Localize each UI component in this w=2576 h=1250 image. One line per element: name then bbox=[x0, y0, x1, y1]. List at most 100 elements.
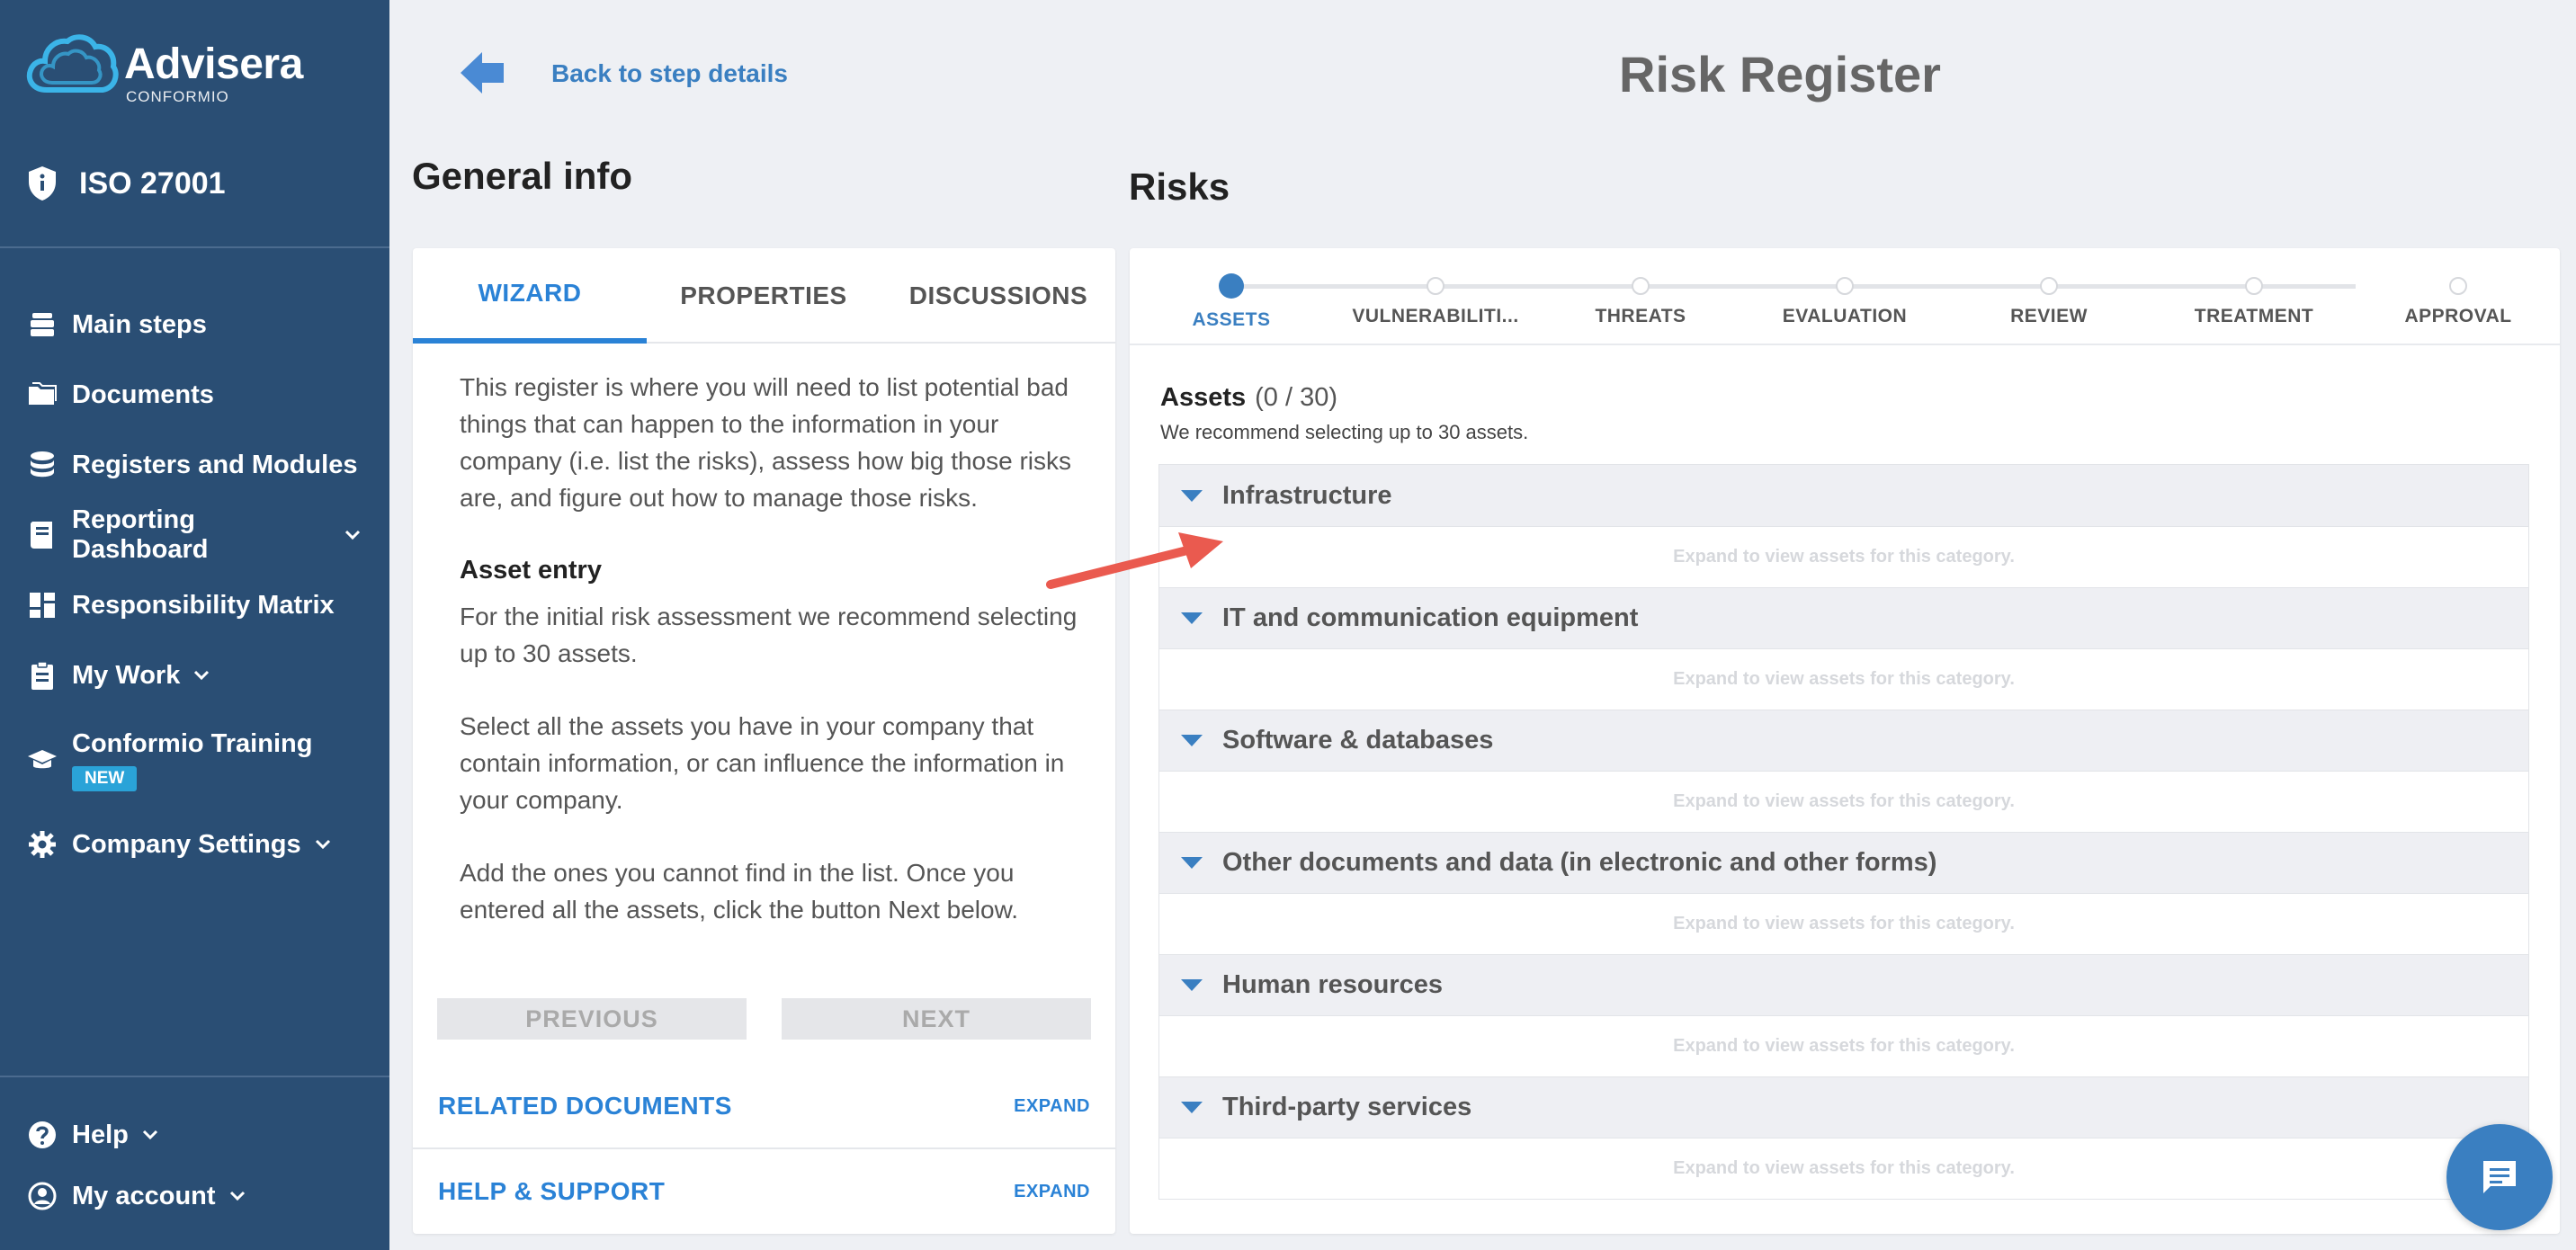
sidebar-item-documents[interactable]: Documents bbox=[27, 360, 378, 430]
category-body: Expand to view assets for this category. bbox=[1159, 648, 2528, 710]
expand-link[interactable]: EXPAND bbox=[1014, 1182, 1090, 1202]
step-vulnerabilities[interactable]: VULNERABILITI... bbox=[1337, 270, 1534, 327]
related-documents-row[interactable]: RELATED DOCUMENTS EXPAND bbox=[413, 1065, 1115, 1149]
step-dot bbox=[1427, 277, 1445, 295]
expand-link[interactable]: EXPAND bbox=[1014, 1096, 1090, 1117]
step-review[interactable]: REVIEW bbox=[1950, 270, 2148, 327]
step-dot bbox=[2449, 277, 2467, 295]
step-approval[interactable]: APPROVAL bbox=[2359, 270, 2557, 327]
help-support-row[interactable]: HELP & SUPPORT EXPAND bbox=[413, 1149, 1115, 1234]
sidebar-item-label: Help bbox=[72, 1120, 129, 1149]
sidebar-item-company-settings[interactable]: Company Settings bbox=[27, 809, 378, 879]
brand-name: Advisera bbox=[124, 40, 303, 88]
sidebar-item-my-work[interactable]: My Work bbox=[27, 640, 378, 710]
step-threats[interactable]: THREATS bbox=[1542, 270, 1740, 327]
wizard-content: This register is where you will need to … bbox=[460, 369, 1080, 964]
previous-button[interactable]: PREVIOUS bbox=[437, 998, 747, 1040]
folder-icon bbox=[29, 382, 57, 405]
shield-icon bbox=[29, 166, 56, 201]
next-button[interactable]: NEXT bbox=[782, 998, 1091, 1040]
general-info-card: WIZARD PROPERTIES DISCUSSIONS This regis… bbox=[413, 248, 1115, 1234]
step-evaluation[interactable]: EVALUATION bbox=[1746, 270, 1944, 327]
project-label: ISO 27001 bbox=[79, 165, 226, 201]
sidebar-item-conformio-training[interactable]: Conformio Training NEW bbox=[27, 710, 378, 809]
chat-button[interactable] bbox=[2446, 1124, 2553, 1230]
sidebar-item-reporting-dashboard[interactable]: Reporting Dashboard bbox=[27, 500, 378, 570]
sidebar-nav: Main steps Documents Registers and Modul… bbox=[27, 290, 378, 879]
arrow-left-icon bbox=[461, 52, 504, 94]
sidebar-item-registers[interactable]: Registers and Modules bbox=[27, 430, 378, 500]
step-dot bbox=[1219, 273, 1244, 299]
sidebar-item-label: Registers and Modules bbox=[72, 450, 358, 479]
category-body: Expand to view assets for this category. bbox=[1159, 1138, 2528, 1199]
chevron-down-icon bbox=[229, 1191, 245, 1201]
chevron-down-icon bbox=[344, 530, 361, 540]
category-label: Human resources bbox=[1222, 970, 1443, 999]
category-label: IT and communication equipment bbox=[1222, 603, 1639, 632]
tab-properties[interactable]: PROPERTIES bbox=[647, 248, 881, 344]
sidebar-item-responsibility-matrix[interactable]: Responsibility Matrix bbox=[27, 570, 378, 640]
risk-stepper: ASSETS VULNERABILITI... THREATS EVALUATI… bbox=[1130, 248, 2560, 345]
sidebar-item-label: Company Settings bbox=[72, 829, 301, 859]
category-label: Infrastructure bbox=[1222, 480, 1392, 510]
help-icon bbox=[29, 1121, 56, 1148]
step-label: THREATS bbox=[1595, 306, 1686, 326]
chevron-down-icon bbox=[315, 839, 330, 850]
sidebar-divider bbox=[0, 246, 389, 248]
cloud-logo-icon bbox=[26, 34, 119, 93]
general-info-title: General info bbox=[412, 155, 633, 197]
advisera-logo[interactable]: Advisera CONFORMIO bbox=[25, 31, 303, 106]
assets-recommendation: We recommend selecting up to 30 assets. bbox=[1160, 421, 1529, 443]
page-title: Risk Register bbox=[1619, 46, 1941, 103]
sidebar-item-label: Conformio Training bbox=[72, 728, 313, 758]
risks-card: ASSETS VULNERABILITI... THREATS EVALUATI… bbox=[1130, 248, 2560, 1234]
gear-icon bbox=[29, 831, 56, 858]
category-label: Third-party services bbox=[1222, 1093, 1472, 1121]
sidebar-item-label: My account bbox=[72, 1181, 216, 1210]
step-dot bbox=[2245, 277, 2263, 295]
database-icon bbox=[31, 451, 54, 478]
assets-label: Assets bbox=[1160, 383, 1247, 412]
related-documents-label: RELATED DOCUMENTS bbox=[438, 1092, 732, 1120]
sidebar-item-my-account[interactable]: My account bbox=[27, 1165, 378, 1227]
sidebar-item-main-steps[interactable]: Main steps bbox=[27, 290, 378, 360]
sidebar-item-help[interactable]: Help bbox=[27, 1104, 378, 1165]
category-body: Expand to view assets for this category. bbox=[1159, 526, 2528, 587]
category-header-it-equipment[interactable]: IT and communication equipment bbox=[1159, 587, 2528, 648]
category-header-documents-data[interactable]: Other documents and data (in electronic … bbox=[1159, 832, 2528, 893]
caret-down-icon bbox=[1181, 979, 1203, 991]
caret-down-icon bbox=[1181, 1102, 1203, 1113]
step-assets[interactable]: ASSETS bbox=[1132, 270, 1330, 331]
step-treatment[interactable]: TREATMENT bbox=[2155, 270, 2353, 327]
step-dot bbox=[2040, 277, 2058, 295]
category-header-software[interactable]: Software & databases bbox=[1159, 710, 2528, 771]
chevron-down-icon bbox=[194, 670, 210, 681]
back-button[interactable] bbox=[459, 50, 505, 95]
risks-title: Risks bbox=[1129, 165, 1230, 208]
clipboard-icon bbox=[31, 661, 53, 690]
steps-icon bbox=[31, 313, 54, 336]
assets-heading: Assets (0 / 30) bbox=[1160, 383, 1337, 413]
graduation-icon bbox=[28, 750, 57, 769]
brand-sub: CONFORMIO bbox=[126, 88, 229, 105]
step-label: VULNERABILITI... bbox=[1352, 306, 1519, 326]
annotation-arrow-icon bbox=[1046, 532, 1223, 589]
back-link[interactable]: Back to step details bbox=[551, 59, 788, 88]
category-header-human-resources[interactable]: Human resources bbox=[1159, 954, 2528, 1015]
step-label: TREATMENT bbox=[2194, 306, 2314, 326]
new-badge: NEW bbox=[72, 765, 138, 791]
tab-discussions[interactable]: DISCUSSIONS bbox=[881, 248, 1115, 344]
sidebar: Advisera CONFORMIO ISO 27001 Main steps … bbox=[0, 0, 389, 1250]
caret-down-icon bbox=[1181, 857, 1203, 869]
category-body: Expand to view assets for this category. bbox=[1159, 1015, 2528, 1076]
caret-down-icon bbox=[1181, 612, 1203, 624]
sidebar-divider bbox=[0, 1076, 389, 1077]
project-title[interactable]: ISO 27001 bbox=[27, 165, 226, 201]
tab-wizard[interactable]: WIZARD bbox=[413, 248, 647, 344]
category-header-third-party[interactable]: Third-party services bbox=[1159, 1076, 2528, 1138]
wizard-paragraph: Select all the assets you have in your c… bbox=[460, 712, 1065, 814]
report-icon bbox=[31, 522, 52, 549]
step-dot bbox=[1632, 277, 1650, 295]
chevron-down-icon bbox=[142, 1129, 157, 1140]
category-header-infrastructure[interactable]: Infrastructure bbox=[1159, 465, 2528, 526]
